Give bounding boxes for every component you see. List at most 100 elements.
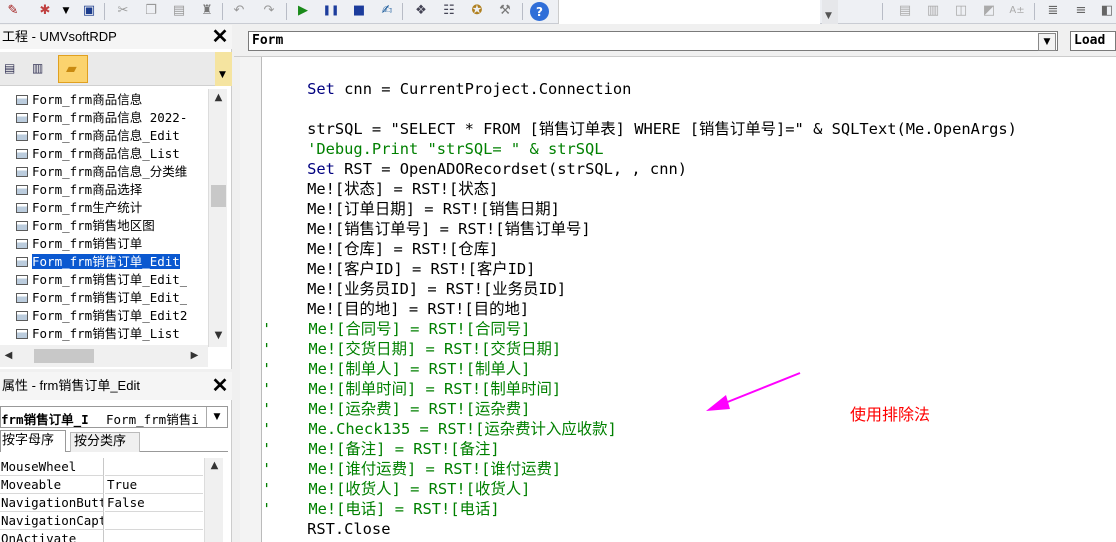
scroll-thumb[interactable] (211, 185, 226, 207)
tree-item[interactable]: Form_frm生产统计 (0, 199, 142, 217)
tree-horizontal-scrollbar[interactable]: ◀ ▶ (0, 345, 208, 367)
scroll-thumb[interactable] (34, 349, 94, 363)
save-icon[interactable]: ▣ (80, 2, 98, 20)
parameter-info-icon[interactable]: ◩ (980, 2, 998, 20)
toggle-breakpoint-icon[interactable]: ◧ (1098, 2, 1116, 20)
find-icon[interactable]: ♜ (198, 2, 216, 20)
undo-icon[interactable]: ↶ (230, 2, 248, 20)
help-icon[interactable]: ? (530, 2, 549, 21)
toolbox-icon[interactable]: ⚒ (496, 2, 514, 20)
redo-icon[interactable]: ↷ (260, 2, 278, 20)
tree-item[interactable]: Form_frm商品信息 (0, 91, 142, 109)
run-icon[interactable]: ▶ (294, 2, 312, 20)
view-object-icon[interactable]: ▥ (32, 61, 48, 75)
close-icon[interactable]: ✕ (210, 376, 230, 396)
project-explorer-panel: 工程 - UMVsoftRDP ✕ ▤ ▥ ▰ ▼ Form_frm商品信息 Fo… (0, 25, 232, 369)
form-module-icon (16, 185, 28, 195)
list-constants-icon[interactable]: ▥ (924, 2, 942, 20)
tab-categorized[interactable]: 按分类序 (70, 432, 140, 452)
outdent-icon[interactable]: ≡ (1072, 2, 1090, 20)
annotation-layer (706, 372, 801, 411)
project-toolbar-overflow[interactable]: ▼ (215, 52, 232, 86)
tree-item-label: Form_frm销售订单_Edit_ (32, 272, 188, 287)
property-value[interactable] (105, 458, 203, 476)
quick-info-icon[interactable]: ◫ (952, 2, 970, 20)
tree-item[interactable]: Form_frm销售地区图 (0, 217, 155, 235)
chevron-down-icon[interactable]: ▼ (206, 407, 227, 427)
object-combo[interactable]: frm销售订单_I Form_frm销售i ▼ (0, 406, 228, 428)
chevron-down-icon[interactable]: ▼ (210, 330, 227, 341)
tab-alphabetic[interactable]: 按字母序 (0, 430, 66, 452)
toolbar-scroll[interactable]: ▼ (822, 0, 838, 24)
tree-item-label: Form_frm生产统计 (32, 200, 143, 215)
close-icon[interactable]: ✕ (210, 27, 230, 47)
chevron-down-icon[interactable]: ▼ (1038, 33, 1056, 51)
break-icon[interactable]: ❚❚ (322, 2, 340, 20)
tree-item[interactable]: Form_frm商品信息 2022- (0, 109, 187, 127)
cut-icon[interactable]: ✂ (114, 2, 132, 20)
copy-icon[interactable]: ❐ (142, 2, 160, 20)
paste-icon[interactable]: ▤ (170, 2, 188, 20)
form-module-icon (16, 257, 28, 267)
tree-item[interactable]: Form_frm销售订单_List (0, 325, 180, 343)
procedure-dropdown[interactable]: Load (1070, 31, 1116, 51)
annotation-arrow-shaft (719, 372, 801, 406)
complete-word-icon[interactable]: A± (1008, 2, 1026, 20)
tree-item[interactable]: Form_frm商品信息_Edit (0, 127, 180, 145)
chevron-up-icon[interactable]: ▲ (206, 460, 223, 471)
chevron-left-icon[interactable]: ◀ (0, 350, 17, 361)
property-row[interactable]: Moveable True (0, 476, 204, 494)
properties-title-text: 属性 - frm销售订单_Edit (2, 378, 140, 393)
property-row[interactable]: OnActivate (0, 530, 204, 542)
code-editor[interactable]: Set cnn = CurrentProject.Connection strS… (240, 57, 1116, 542)
tree-item[interactable]: Form_frm商品选择 (0, 181, 142, 199)
form-module-icon (16, 221, 28, 231)
object-name: frm销售订单_I (1, 412, 89, 427)
object-dropdown[interactable]: Form ▼ (248, 31, 1058, 51)
property-value[interactable]: False (105, 494, 203, 512)
tree-item[interactable]: Form_frm销售订单_Edit (0, 253, 180, 271)
tree-item-label: Form_frm商品信息_List (32, 146, 180, 161)
reset-icon[interactable]: ■ (350, 2, 368, 20)
tree-item[interactable]: Form_frm销售订单 (0, 235, 142, 253)
tree-item-label: Form_frm销售订单_List (32, 326, 180, 341)
object-browser-icon[interactable]: ✪ (468, 2, 486, 20)
tree-item[interactable]: Form_frm销售订单_Edit_ (0, 289, 187, 307)
tree-item-label: Form_frm销售订单_Edit (31, 253, 180, 270)
form-module-icon (16, 95, 28, 105)
tree-item[interactable]: Form_frm商品信息_List (0, 145, 180, 163)
tree-item[interactable]: Form_frm销售订单_Edit2 (0, 307, 187, 325)
insert-icon[interactable]: ✱ (36, 2, 54, 20)
project-explorer-icon[interactable]: ❖ (412, 2, 430, 20)
property-value[interactable] (105, 530, 203, 542)
vba-icon[interactable]: ✎ (4, 2, 22, 20)
property-row[interactable]: NavigationButtonsFalse (0, 494, 204, 512)
indent-icon[interactable]: ≣ (1044, 2, 1062, 20)
object-type: Form_frm销售i (106, 412, 199, 427)
chevron-up-icon[interactable]: ▲ (210, 92, 227, 103)
toggle-folders-button[interactable]: ▰ (58, 55, 88, 83)
standard-toolbar: ✎ ✱ ▼ ▣ ✂ ❐ ▤ ♜ ↶ ↷ ▶ ❚❚ ■ ✍ ❖ ☷ ✪ ⚒ ? ▼… (0, 0, 1116, 24)
chevron-right-icon[interactable]: ▶ (186, 350, 203, 361)
properties-icon[interactable]: ☷ (440, 2, 458, 20)
properties-scrollbar[interactable]: ▲ (204, 458, 223, 542)
property-value[interactable]: True (105, 476, 203, 494)
form-module-icon (16, 311, 28, 321)
tree-item-label: Form_frm销售订单_Edit2 (32, 308, 188, 323)
property-name: Moveable (0, 476, 104, 494)
tree-vertical-scrollbar[interactable]: ▲ ▼ (208, 89, 227, 347)
form-module-icon (16, 275, 28, 285)
form-module-icon (16, 113, 28, 123)
view-code-icon[interactable]: ▤ (4, 61, 20, 75)
tree-item[interactable]: Form_frm商品信息_分类维 (0, 163, 187, 181)
property-value[interactable] (105, 512, 203, 530)
property-row[interactable]: MouseWheel (0, 458, 204, 476)
chevron-down-icon[interactable]: ▼ (60, 2, 72, 20)
list-properties-icon[interactable]: ▤ (896, 2, 914, 20)
design-mode-icon[interactable]: ✍ (378, 2, 396, 20)
procedure-dropdown-value: Load (1074, 33, 1106, 48)
form-module-icon (16, 131, 28, 141)
project-toolbar: ▤ ▥ ▰ ▼ (0, 52, 232, 86)
tree-item[interactable]: Form_frm销售订单_Edit_ (0, 271, 187, 289)
property-row[interactable]: NavigationCaption (0, 512, 204, 530)
